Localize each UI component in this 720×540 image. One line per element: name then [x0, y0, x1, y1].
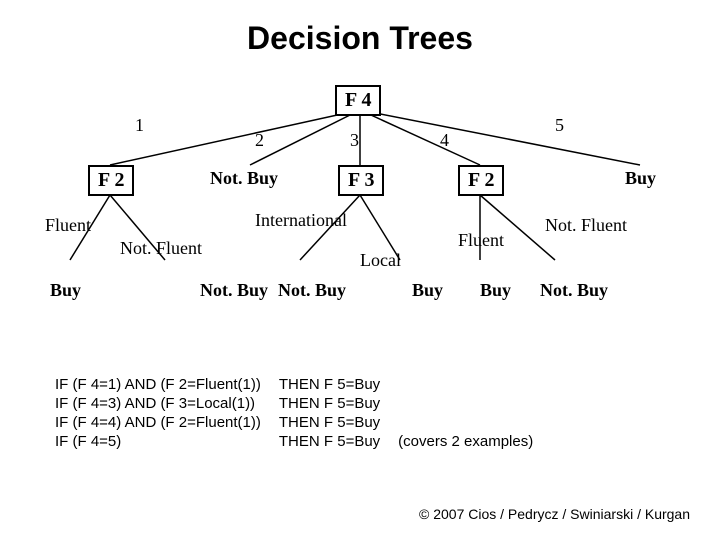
rule-row: IF (F 4=1) AND (F 2=Fluent(1)) THEN F 5=… — [55, 375, 551, 394]
f3-branch-intl: International — [255, 210, 347, 231]
leaf-notbuy-b2: Not. Buy — [210, 168, 278, 189]
rule-note: (covers 2 examples) — [398, 432, 551, 451]
rule-row: IF (F 4=5) THEN F 5=Buy (covers 2 exampl… — [55, 432, 551, 451]
copyright-footer: © 2007 Cios / Pedrycz / Swiniarski / Kur… — [419, 506, 690, 522]
tree-edges — [0, 80, 720, 340]
slide-title: Decision Trees — [0, 0, 720, 57]
f2l-leaf-buy: Buy — [50, 280, 81, 301]
rule-note — [398, 375, 551, 394]
f2l-branch-fluent: Fluent — [45, 215, 91, 236]
branch-4: 4 — [440, 130, 449, 151]
rule-if: IF (F 4=1) AND (F 2=Fluent(1)) — [55, 375, 279, 394]
decision-tree-diagram: F 4 1 2 3 4 5 F 2 Not. Buy F 3 F 2 Buy F… — [0, 80, 720, 340]
rule-if: IF (F 4=5) — [55, 432, 279, 451]
f2l-leaf-notbuy: Not. Buy — [200, 280, 268, 301]
node-f2-right: F 2 — [458, 165, 504, 196]
rule-note — [398, 413, 551, 432]
branch-5: 5 — [555, 115, 564, 136]
rules-block: IF (F 4=1) AND (F 2=Fluent(1)) THEN F 5=… — [55, 375, 695, 451]
rule-note — [398, 394, 551, 413]
f3-branch-local: Local — [360, 250, 401, 271]
branch-3: 3 — [350, 130, 359, 151]
rule-row: IF (F 4=3) AND (F 3=Local(1)) THEN F 5=B… — [55, 394, 551, 413]
f3-leaf-buy: Buy — [412, 280, 443, 301]
rule-row: IF (F 4=4) AND (F 2=Fluent(1)) THEN F 5=… — [55, 413, 551, 432]
node-f3: F 3 — [338, 165, 384, 196]
branch-2: 2 — [255, 130, 264, 151]
rule-if: IF (F 4=3) AND (F 3=Local(1)) — [55, 394, 279, 413]
branch-1: 1 — [135, 115, 144, 136]
f2r-leaf-notbuy: Not. Buy — [540, 280, 608, 301]
rule-then: THEN F 5=Buy — [279, 432, 398, 451]
f2r-leaf-buy: Buy — [480, 280, 511, 301]
rule-if: IF (F 4=4) AND (F 2=Fluent(1)) — [55, 413, 279, 432]
f2r-branch-notfluent: Not. Fluent — [545, 215, 627, 236]
f2l-branch-notfluent: Not. Fluent — [120, 238, 202, 259]
f2r-branch-fluent: Fluent — [458, 230, 504, 251]
root-node: F 4 — [335, 85, 381, 116]
node-f2-left: F 2 — [88, 165, 134, 196]
rule-then: THEN F 5=Buy — [279, 375, 398, 394]
leaf-buy-b5: Buy — [625, 168, 656, 189]
f3-leaf-notbuy: Not. Buy — [278, 280, 346, 301]
rule-then: THEN F 5=Buy — [279, 413, 398, 432]
rule-then: THEN F 5=Buy — [279, 394, 398, 413]
